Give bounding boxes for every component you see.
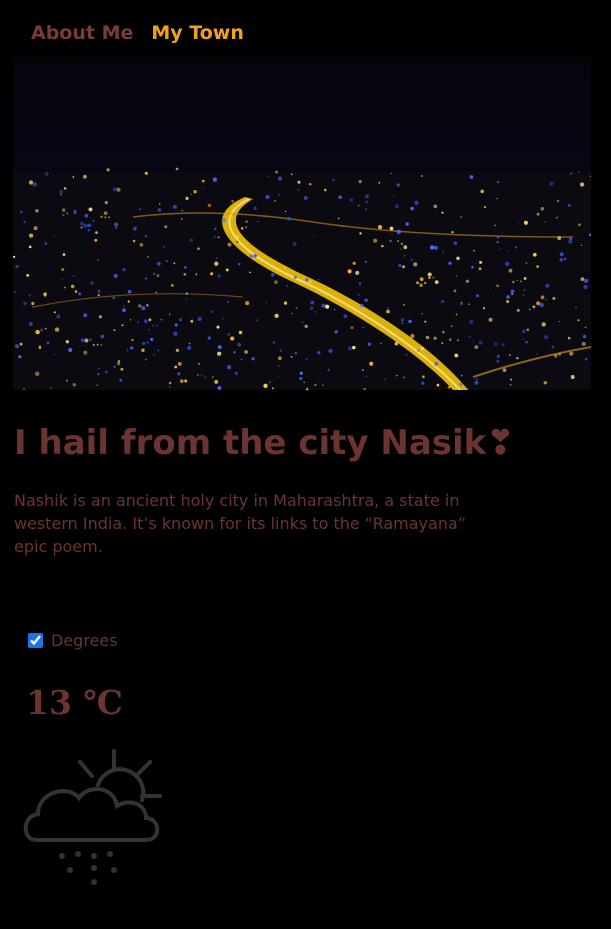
page-title-text: I hail from the city Nasik bbox=[14, 423, 487, 463]
cloud-sun-snow-icon bbox=[23, 749, 162, 885]
degrees-label: Degrees bbox=[51, 631, 118, 650]
degrees-toggle[interactable]: Degrees bbox=[28, 631, 118, 650]
nav-link-my-town[interactable]: My Town bbox=[151, 20, 243, 46]
heart-exclamation-icon: ❣ bbox=[486, 423, 515, 463]
city-night-image bbox=[13, 57, 591, 390]
degrees-checkbox[interactable] bbox=[28, 633, 43, 648]
temperature-readout: 13 ℃ bbox=[26, 683, 123, 722]
page-title: I hail from the city Nasik❣ bbox=[14, 420, 515, 466]
nav-link-about-me[interactable]: About Me bbox=[31, 20, 133, 46]
town-description: Nashik is an ancient holy city in Mahara… bbox=[14, 491, 467, 556]
top-nav: About Me My Town bbox=[31, 20, 244, 46]
